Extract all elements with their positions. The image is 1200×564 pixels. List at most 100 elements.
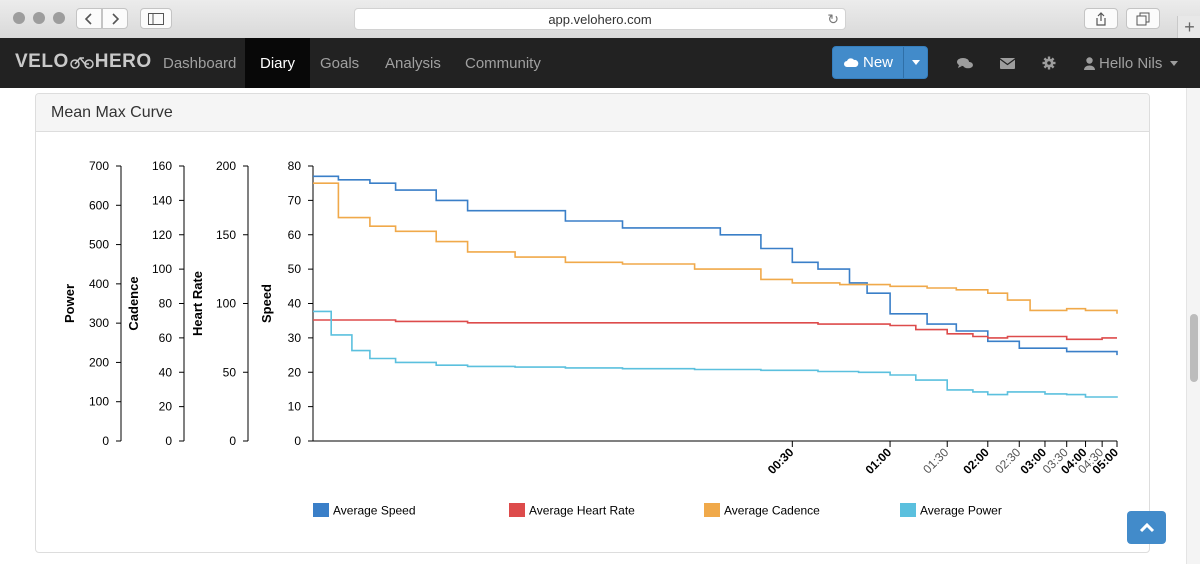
user-icon <box>1084 56 1095 70</box>
bicycle-icon <box>69 56 94 69</box>
series-line-0 <box>313 175 1118 356</box>
y-tick-label: 20 <box>159 400 173 414</box>
mean-max-panel: Mean Max Curve 0 100 200 300 400 500 600 700 Pow… <box>35 93 1150 553</box>
browser-toolbar: app.velohero.com ↻ + <box>0 0 1200 39</box>
y-tick-label: 20 <box>288 365 302 379</box>
logo-text-left: VELO <box>15 51 69 72</box>
chevron-right-icon <box>112 12 120 25</box>
new-button-group: New <box>832 46 928 79</box>
y-tick-label: 500 <box>89 238 109 252</box>
x-tick-label: 01:00 <box>863 445 895 477</box>
y-axis-label: Power <box>62 284 77 323</box>
y-tick-label: 100 <box>89 395 109 409</box>
legend-swatch <box>509 503 525 517</box>
main-navbar: VELO HERO Dashboard Diary Goals Analysis… <box>0 38 1200 88</box>
x-tick-label: 00:30 <box>765 445 797 477</box>
close-window-button[interactable] <box>13 12 25 24</box>
new-button[interactable]: New <box>833 47 904 78</box>
legend-swatch <box>313 503 329 517</box>
tabs-button[interactable] <box>1126 8 1160 29</box>
y-tick-label: 70 <box>288 193 302 207</box>
page-scrollbar[interactable] <box>1186 88 1200 564</box>
y-tick-label: 50 <box>288 262 302 276</box>
y-tick-label: 10 <box>288 400 302 414</box>
share-button[interactable] <box>1084 8 1118 29</box>
x-tick-label: 02:30 <box>992 445 1023 476</box>
reload-icon[interactable]: ↻ <box>827 11 839 28</box>
forward-button[interactable] <box>102 8 128 29</box>
y-tick-label: 50 <box>223 365 237 379</box>
zoom-window-button[interactable] <box>53 12 65 24</box>
y-tick-label: 140 <box>152 193 172 207</box>
user-greeting: Hello Nils <box>1099 54 1163 72</box>
y-tick-label: 30 <box>288 331 302 345</box>
nav-diary[interactable]: Diary <box>245 38 311 88</box>
legend-label: Average Power <box>920 504 1002 518</box>
user-menu[interactable]: Hello Nils <box>1084 38 1179 88</box>
share-icon <box>1096 11 1106 26</box>
y-tick-label: 400 <box>89 277 109 291</box>
gear-icon <box>1042 56 1056 70</box>
settings-button[interactable] <box>1042 38 1056 88</box>
x-tick-label: 02:00 <box>960 445 992 477</box>
y-tick-label: 60 <box>288 228 302 242</box>
y-tick-label: 100 <box>216 297 236 311</box>
minimize-window-button[interactable] <box>33 12 45 24</box>
legend-swatch <box>900 503 916 517</box>
y-tick-label: 600 <box>89 198 109 212</box>
legend-swatch <box>704 503 720 517</box>
y-axis-label: Cadence <box>126 276 141 330</box>
messages-button[interactable] <box>957 38 973 88</box>
panel-heading: Mean Max Curve <box>36 94 1149 132</box>
nav-community[interactable]: Community <box>450 38 556 88</box>
cloud-icon <box>843 58 859 67</box>
y-tick-label: 60 <box>159 331 173 345</box>
y-tick-label: 0 <box>229 434 236 448</box>
y-tick-label: 120 <box>152 228 172 242</box>
new-button-label: New <box>862 54 893 71</box>
y-tick-label: 700 <box>89 159 109 173</box>
caret-down-icon <box>911 60 920 65</box>
nav-goals[interactable]: Goals <box>305 38 374 88</box>
y-tick-label: 200 <box>89 355 109 369</box>
y-tick-label: 40 <box>288 297 302 311</box>
logo-text-right: HERO <box>94 51 152 72</box>
y-tick-label: 200 <box>216 159 236 173</box>
back-button[interactable] <box>76 8 102 29</box>
sidebar-toggle-button[interactable] <box>140 8 172 29</box>
panel-title: Mean Max Curve <box>51 103 173 121</box>
scrollbar-thumb[interactable] <box>1190 314 1198 382</box>
series-line-2 <box>313 182 1118 314</box>
y-tick-label: 0 <box>102 434 109 448</box>
y-tick-label: 300 <box>89 316 109 330</box>
new-tab-button[interactable]: + <box>1177 16 1200 38</box>
y-tick-label: 100 <box>152 262 172 276</box>
y-tick-label: 40 <box>159 365 173 379</box>
logo[interactable]: VELO HERO <box>15 51 152 73</box>
envelope-icon <box>1000 57 1015 69</box>
nav-dashboard[interactable]: Dashboard <box>148 38 251 88</box>
y-tick-label: 80 <box>159 297 173 311</box>
legend-label: Average Heart Rate <box>529 504 635 518</box>
chevron-up-icon <box>1139 522 1154 532</box>
y-axis-label: Heart Rate <box>190 271 205 336</box>
series-line-3 <box>313 310 1118 398</box>
new-dropdown-toggle[interactable] <box>904 47 927 78</box>
mean-max-chart: 0100200300400500600700Power0204060801001… <box>62 159 1121 518</box>
address-bar[interactable]: app.velohero.com ↻ <box>354 8 846 30</box>
nav-analysis[interactable]: Analysis <box>370 38 456 88</box>
y-tick-label: 150 <box>216 228 236 242</box>
y-tick-label: 80 <box>288 159 302 173</box>
comments-icon <box>957 57 973 68</box>
x-tick-label: 01:30 <box>920 445 951 476</box>
y-tick-label: 160 <box>152 159 172 173</box>
mail-button[interactable] <box>1000 38 1015 88</box>
y-tick-label: 0 <box>294 434 301 448</box>
series-line-1 <box>313 319 1117 341</box>
scroll-to-top-button[interactable] <box>1127 511 1166 544</box>
sidebar-icon <box>148 12 164 25</box>
url-text: app.velohero.com <box>548 11 652 27</box>
legend-label: Average Speed <box>333 504 416 518</box>
y-axis-label: Speed <box>259 284 274 323</box>
caret-down-icon <box>1170 60 1179 66</box>
